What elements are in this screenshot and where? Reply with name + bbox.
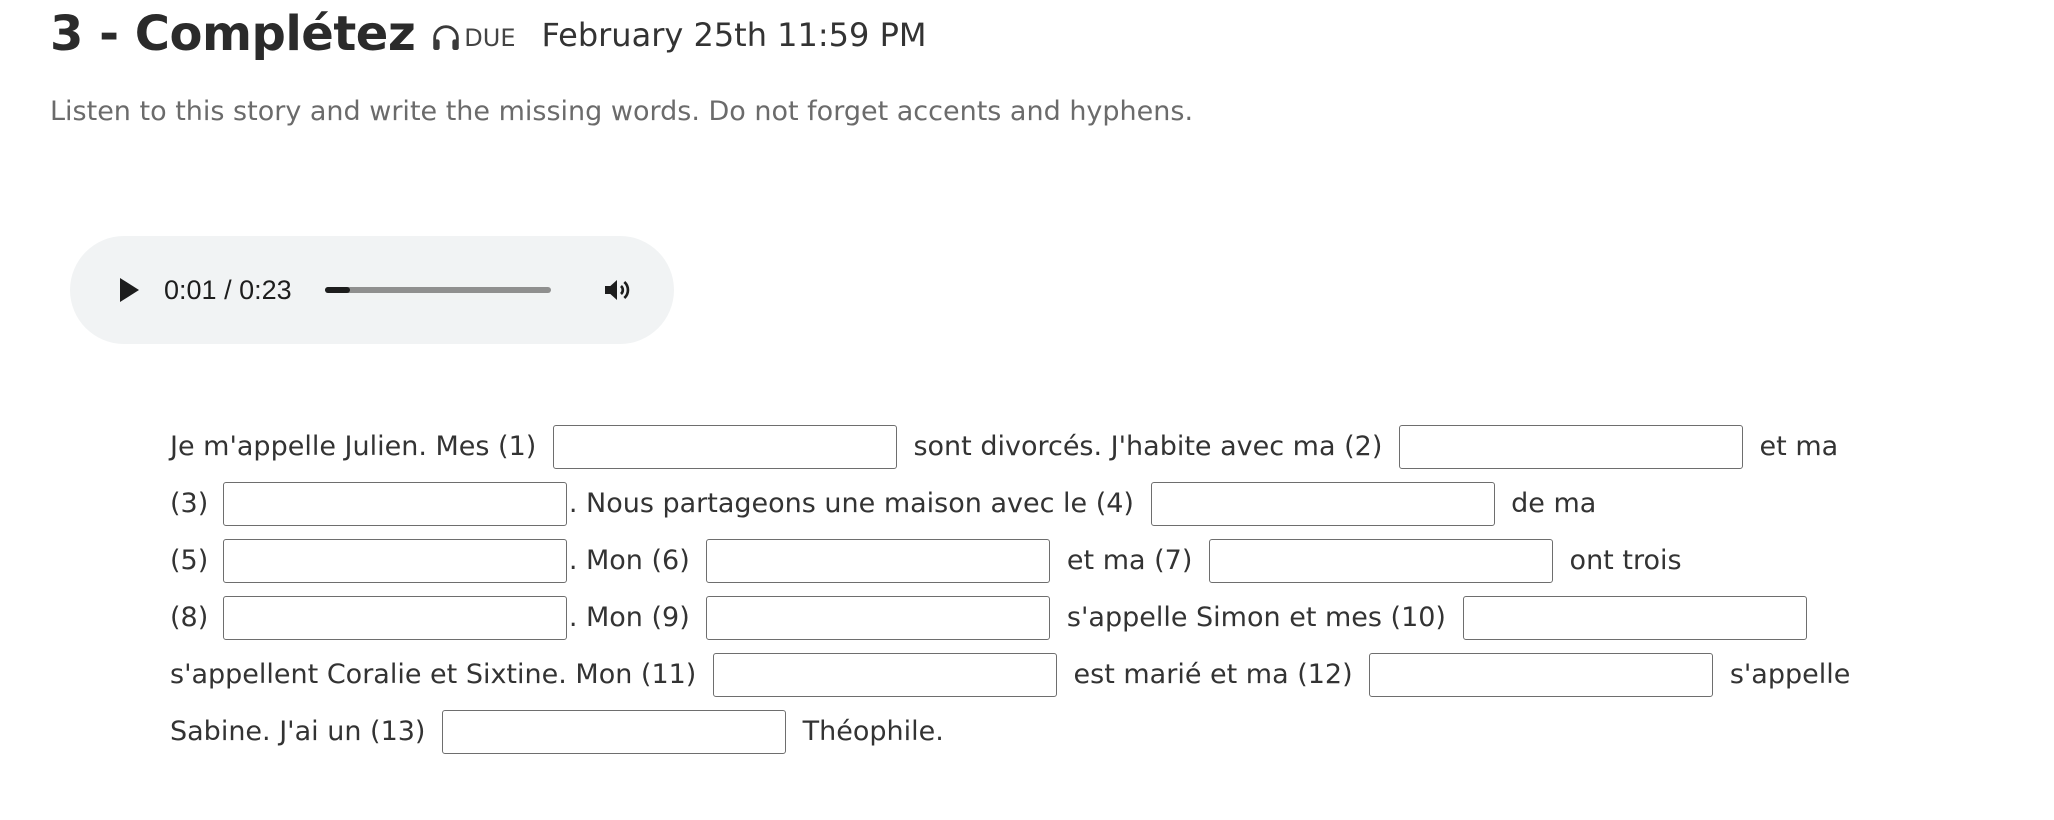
- passage-text: . Mon (6): [568, 545, 699, 576]
- blank-input-9[interactable]: [706, 595, 1051, 640]
- passage-text: s'appelle: [1721, 659, 1851, 690]
- volume-button[interactable]: [597, 270, 637, 310]
- current-time: 0:01: [164, 274, 217, 305]
- volume-icon: [604, 280, 629, 300]
- fill-in-passage: Je m'appelle Julien. Mes (1) sont divorc…: [170, 418, 1870, 760]
- passage-line: Je m'appelle Julien. Mes (1) sont divorc…: [170, 418, 1870, 475]
- assignment-header: 3 - Complétez DUE February 25th 11:59 PM: [50, 4, 926, 64]
- passage-text: et ma: [1750, 431, 1839, 462]
- blank-input-7[interactable]: [1208, 538, 1553, 583]
- passage-text: s'appelle Simon et mes (10): [1058, 602, 1455, 633]
- passage-line: s'appellent Coralie et Sixtine. Mon (11)…: [170, 646, 1870, 703]
- blank-input-10[interactable]: [1462, 595, 1807, 640]
- blank-input-1[interactable]: [552, 424, 897, 469]
- blank-input-5[interactable]: [222, 538, 567, 583]
- due-label: DUE: [464, 24, 516, 52]
- passage-text: est marié et ma (12): [1064, 659, 1362, 690]
- passage-text: (3): [170, 488, 217, 519]
- passage-text: . Mon (9): [568, 602, 699, 633]
- seek-progress: [324, 287, 350, 293]
- passage-text: (5): [170, 545, 217, 576]
- blank-input-11[interactable]: [712, 652, 1057, 697]
- time-display: 0:01 / 0:23: [164, 275, 292, 306]
- blank-input-12[interactable]: [1369, 652, 1714, 697]
- passage-text: Sabine. J'ai un (13): [170, 716, 435, 747]
- passage-text: (8): [170, 602, 217, 633]
- play-button[interactable]: [112, 273, 146, 307]
- time-separator: /: [216, 274, 240, 305]
- passage-text: s'appellent Coralie et Sixtine. Mon (11): [170, 659, 705, 690]
- play-icon: [120, 278, 139, 302]
- duration: 0:23: [239, 274, 292, 305]
- passage-line: Sabine. J'ai un (13) Théophile.: [170, 703, 1870, 760]
- passage-text: ont trois: [1560, 545, 1682, 576]
- audio-player: 0:01 / 0:23: [70, 236, 674, 344]
- passage-text: Théophile.: [794, 716, 944, 747]
- passage-text: . Nous partageons une maison avec le (4): [568, 488, 1143, 519]
- due-date: February 25th 11:59 PM: [541, 16, 927, 54]
- blank-input-3[interactable]: [222, 481, 567, 526]
- page-title: 3 - Complétez: [50, 6, 416, 62]
- passage-text: Je m'appelle Julien. Mes (1): [170, 431, 545, 462]
- passage-text: et ma (7): [1058, 545, 1201, 576]
- blank-input-2[interactable]: [1398, 424, 1743, 469]
- audio-indicator: DUE: [429, 21, 515, 55]
- passage-text: de ma: [1502, 488, 1597, 519]
- passage-line: (5) . Mon (6) et ma (7) ont trois: [170, 532, 1870, 589]
- seek-bar[interactable]: [324, 287, 551, 293]
- blank-input-4[interactable]: [1150, 481, 1495, 526]
- passage-text: sont divorcés. J'habite avec ma (2): [904, 431, 1391, 462]
- blank-input-8[interactable]: [222, 595, 567, 640]
- headphones-icon: [433, 25, 460, 51]
- instructions-text: Listen to this story and write the missi…: [50, 96, 1194, 127]
- passage-line: (8) . Mon (9) s'appelle Simon et mes (10…: [170, 589, 1870, 646]
- blank-input-13[interactable]: [442, 709, 787, 754]
- passage-line: (3) . Nous partageons une maison avec le…: [170, 475, 1870, 532]
- blank-input-6[interactable]: [706, 538, 1051, 583]
